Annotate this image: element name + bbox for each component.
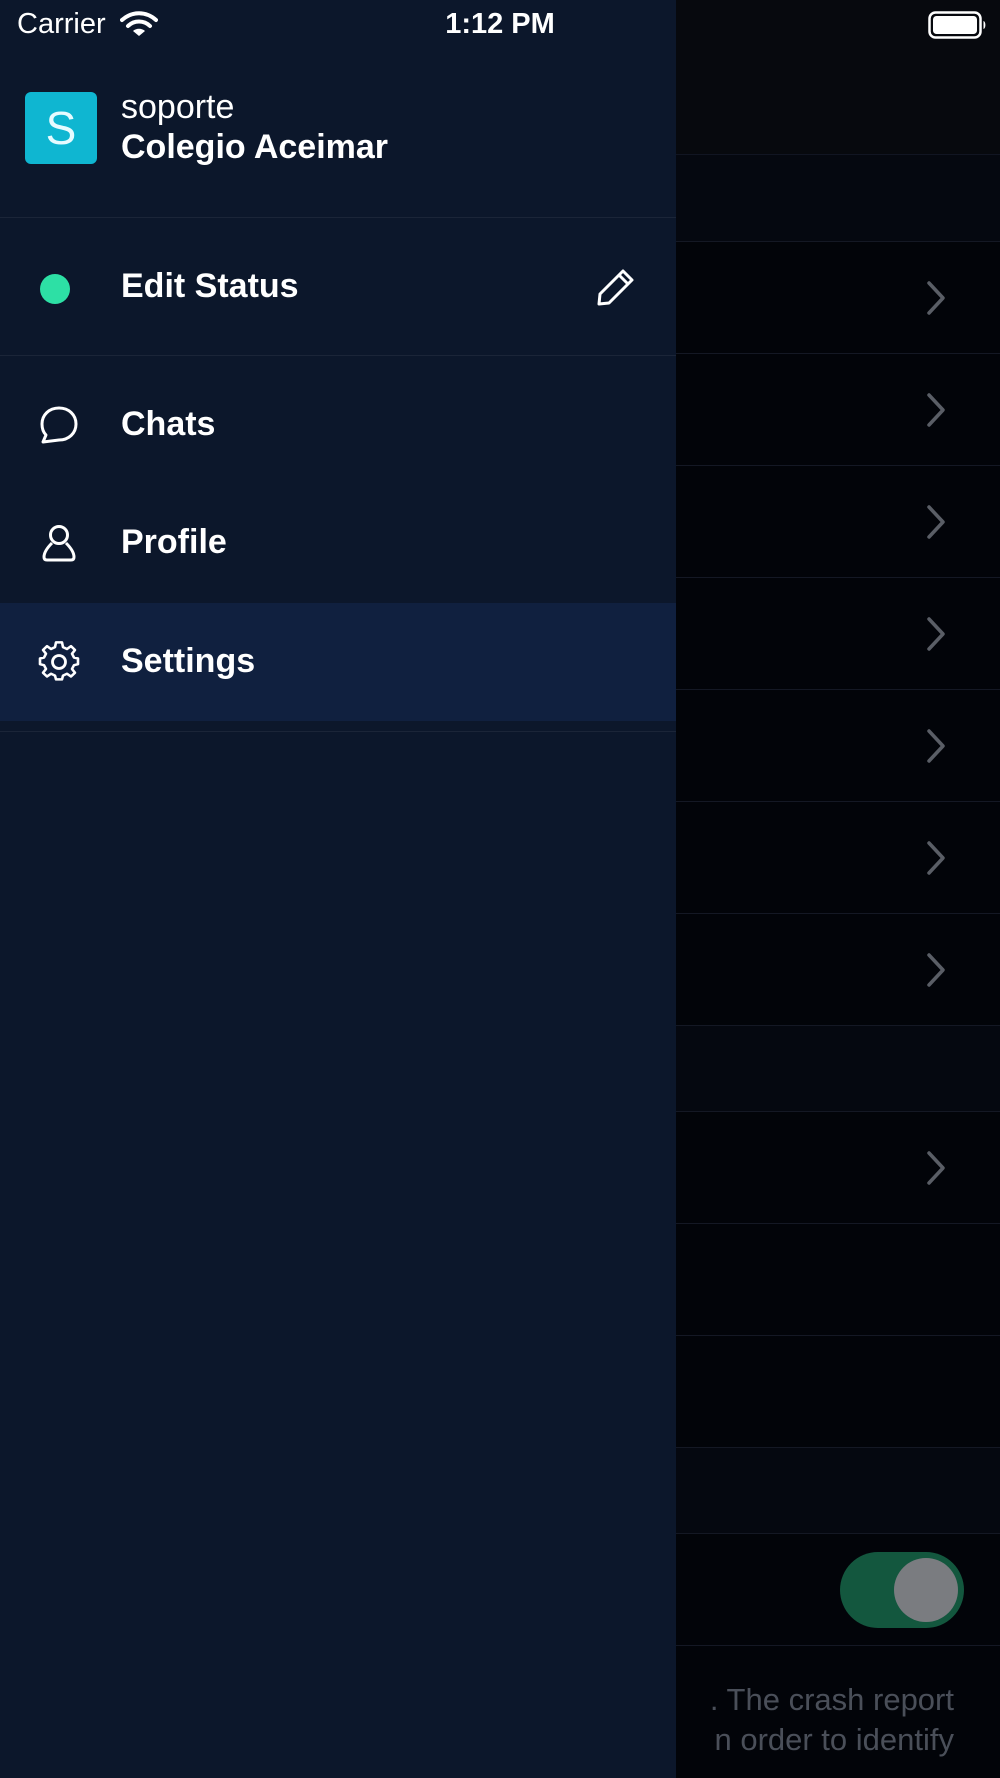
chevron-right-icon [920,1148,950,1188]
online-status-dot [40,274,70,304]
divider [0,731,676,732]
background-settings-row[interactable] [676,466,1000,578]
background-settings-row[interactable] [676,802,1000,914]
crash-report-toggle[interactable] [840,1552,964,1628]
user-name: soporte [121,88,235,126]
footer-line: . The crash report [709,1682,954,1717]
gear-icon [38,641,80,683]
chevron-right-icon [920,278,950,318]
battery-icon [928,11,988,39]
chevron-right-icon [920,838,950,878]
chevron-right-icon [920,502,950,542]
edit-status-label: Edit Status [121,267,299,305]
avatar[interactable]: S [25,92,97,164]
background-settings-row[interactable] [676,578,1000,690]
sidebar-item-label: Settings [121,642,256,680]
sidebar-item-label: Chats [121,405,216,443]
sidebar-item-profile[interactable]: Profile [0,484,676,602]
clock-time: 1:12 PM [445,8,555,40]
chat-bubble-icon [38,404,80,446]
background-footer-text: . The crash report n order to identify [676,1680,1000,1778]
sidebar-item-label: Profile [121,523,227,561]
sidebar-item-settings[interactable]: Settings [0,603,676,721]
background-settings-row[interactable] [676,1336,1000,1448]
background-settings-row[interactable] [676,690,1000,802]
chevron-right-icon [920,950,950,990]
background-settings-row[interactable] [676,914,1000,1026]
sidebar-item-chats[interactable]: Chats [0,366,676,484]
background-settings-row[interactable] [676,1224,1000,1336]
toggle-knob [894,1558,958,1622]
workspace-name: Colegio Aceimar [121,128,389,166]
chevron-right-icon [920,614,950,654]
user-icon [38,522,80,564]
chevron-right-icon [920,390,950,430]
background-settings-row[interactable] [676,354,1000,466]
footer-line: n order to identify [714,1722,954,1757]
pencil-icon[interactable] [595,266,637,308]
background-section-header [676,1026,1000,1112]
edit-status-row[interactable]: Edit Status [0,218,676,356]
status-bar: Carrier 1:12 PM [0,0,1000,50]
background-settings-row[interactable] [676,242,1000,354]
side-drawer: S soporte Colegio Aceimar Edit Status Ch… [0,0,676,1778]
background-section-header [676,1448,1000,1534]
background-settings-row[interactable] [676,1112,1000,1224]
background-section-header [676,155,1000,242]
chevron-right-icon [920,726,950,766]
